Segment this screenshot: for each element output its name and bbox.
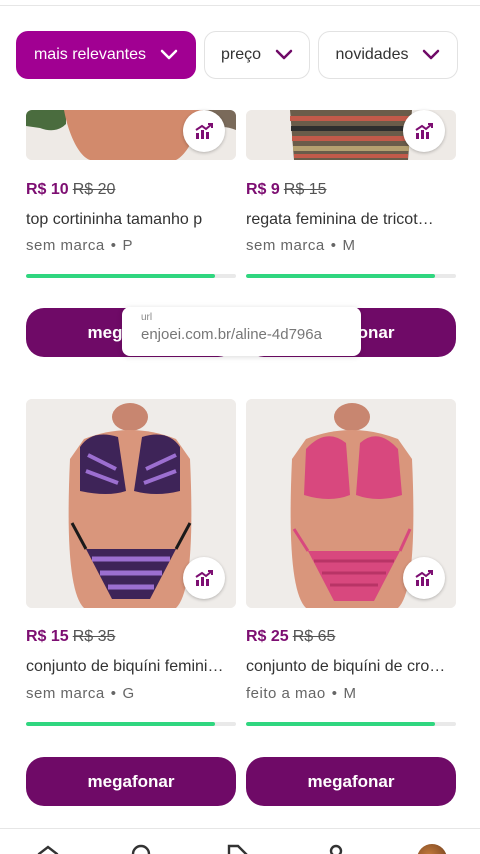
product-meta: sem marca • M — [246, 237, 356, 254]
home-icon[interactable] — [36, 843, 60, 854]
old-price: R$ 15 — [283, 181, 327, 198]
filter-relevance-button[interactable]: mais relevantes — [16, 31, 196, 79]
old-price: R$ 65 — [292, 628, 336, 645]
price: R$ 9 R$ 15 — [246, 181, 327, 198]
product-meta: sem marca • P — [26, 237, 133, 254]
stats-button[interactable] — [403, 557, 445, 599]
price: R$ 10 R$ 20 — [26, 181, 116, 198]
filter-newest-label: novidades — [335, 46, 409, 63]
price: R$ 25 R$ 65 — [246, 628, 336, 645]
filter-price-label: preço — [220, 46, 262, 63]
tag-icon[interactable] — [226, 843, 250, 854]
product-meta: sem marca • G — [26, 685, 135, 702]
progress-fill — [26, 722, 215, 726]
trending-chart-icon — [415, 570, 433, 586]
tooltip-label: url — [141, 312, 153, 323]
chevron-down-icon — [423, 49, 440, 60]
megafonar-button[interactable]: megafonar — [246, 757, 456, 806]
chevron-down-icon — [160, 49, 178, 60]
progress-bar — [26, 722, 236, 726]
filter-price-button[interactable]: preço — [204, 31, 310, 79]
progress-fill — [246, 274, 435, 278]
progress-fill — [26, 274, 215, 278]
avatar[interactable] — [417, 844, 447, 854]
product-title[interactable]: conjunto de biquíni de cro… — [246, 658, 456, 676]
filter-newest-button[interactable]: novidades — [318, 31, 458, 79]
filter-bar: mais relevantes preço novidades — [16, 31, 474, 81]
trending-chart-icon — [415, 123, 433, 139]
trending-chart-icon — [195, 570, 213, 586]
trending-chart-icon — [195, 123, 213, 139]
progress-bar — [26, 274, 236, 278]
stats-button[interactable] — [403, 110, 445, 152]
filter-relevance-label: mais relevantes — [33, 46, 147, 63]
product-title[interactable]: regata feminina de tricot… — [246, 211, 456, 229]
megafonar-button[interactable]: megafonar — [26, 757, 236, 806]
product-title[interactable]: conjunto de biquíni femini… — [26, 658, 236, 676]
url-tooltip: url enjoei.com.br/aline-4d796a — [122, 307, 361, 356]
product-title[interactable]: top cortininha tamanho p — [26, 211, 236, 229]
tooltip-url: enjoei.com.br/aline-4d796a — [141, 326, 322, 343]
profile-icon[interactable] — [324, 843, 348, 854]
chevron-down-icon — [275, 49, 293, 60]
stats-button[interactable] — [183, 557, 225, 599]
product-meta: feito a mao • M — [246, 685, 357, 702]
price: R$ 15 R$ 35 — [26, 628, 116, 645]
stats-button[interactable] — [183, 110, 225, 152]
old-price: R$ 35 — [72, 628, 116, 645]
search-icon[interactable] — [130, 843, 154, 854]
bottom-nav — [0, 828, 480, 854]
old-price: R$ 20 — [72, 181, 116, 198]
progress-fill — [246, 722, 435, 726]
progress-bar — [246, 722, 456, 726]
progress-bar — [246, 274, 456, 278]
top-divider — [0, 0, 480, 6]
